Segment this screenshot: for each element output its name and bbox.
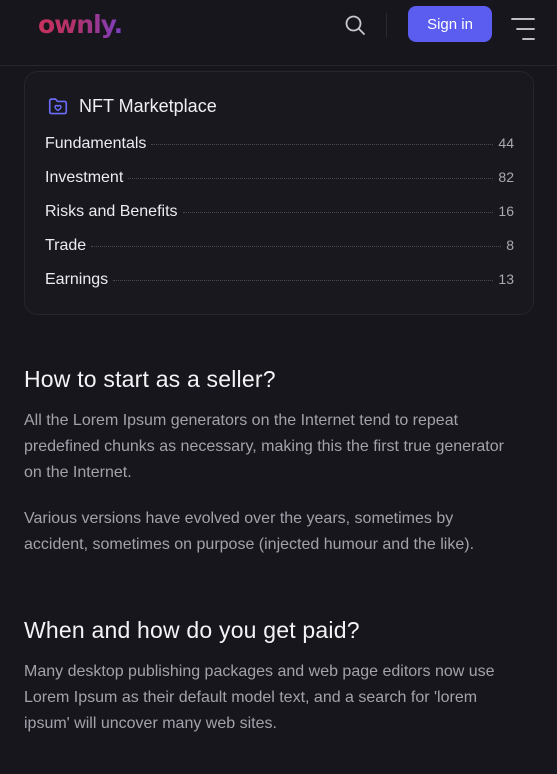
section-heading: When and how do you get paid? bbox=[24, 617, 360, 643]
dotted-leader bbox=[128, 178, 494, 179]
header-divider bbox=[386, 13, 387, 37]
toc-item-label: Trade bbox=[45, 237, 87, 254]
section-paragraph: All the Lorem Ipsum generators on the In… bbox=[24, 412, 504, 481]
toc-item-count: 82 bbox=[498, 169, 514, 185]
section-start-as-seller: How to start as a seller? All the Lorem … bbox=[24, 366, 514, 558]
toc-item-earnings[interactable]: Earnings 13 bbox=[45, 271, 514, 305]
folder-heart-icon bbox=[48, 98, 68, 115]
toc-item-investment[interactable]: Investment 82 bbox=[45, 169, 514, 203]
section-heading: How to start as a seller? bbox=[24, 366, 276, 392]
toc-item-label: Earnings bbox=[45, 271, 109, 288]
section-get-paid: When and how do you get paid? Many deskt… bbox=[24, 617, 514, 737]
toc-item-count: 8 bbox=[506, 237, 514, 253]
dotted-leader bbox=[182, 212, 494, 213]
toc-title: NFT Marketplace bbox=[79, 95, 217, 116]
toc-header: NFT Marketplace bbox=[47, 94, 217, 118]
toc-item-label: Fundamentals bbox=[45, 135, 147, 152]
search-icon[interactable] bbox=[343, 13, 367, 37]
dotted-leader bbox=[151, 144, 494, 145]
section-paragraph: Many desktop publishing packages and web… bbox=[24, 663, 495, 732]
hamburger-menu-icon[interactable] bbox=[511, 16, 535, 42]
toc-item-trade[interactable]: Trade 8 bbox=[45, 237, 514, 271]
toc-item-fundamentals[interactable]: Fundamentals 44 bbox=[45, 135, 514, 169]
toc-item-count: 16 bbox=[498, 203, 514, 219]
toc-item-count: 44 bbox=[498, 135, 514, 151]
toc-list: Fundamentals 44 Investment 82 Risks and … bbox=[45, 135, 514, 305]
dotted-leader bbox=[113, 280, 494, 281]
toc-item-label: Risks and Benefits bbox=[45, 203, 178, 220]
page: ownly. Sign in NFT Marketplace Fundament… bbox=[0, 0, 557, 774]
section-paragraph: Various versions have evolved over the y… bbox=[24, 510, 475, 553]
top-navbar: ownly. Sign in bbox=[0, 0, 557, 66]
toc-item-label: Investment bbox=[45, 169, 124, 186]
logo[interactable]: ownly. bbox=[38, 10, 123, 39]
sign-in-button[interactable]: Sign in bbox=[408, 6, 492, 42]
dotted-leader bbox=[91, 246, 502, 247]
table-of-contents-card: NFT Marketplace Fundamentals 44 Investme… bbox=[24, 71, 534, 315]
toc-item-count: 13 bbox=[498, 271, 514, 287]
toc-item-risks-and-benefits[interactable]: Risks and Benefits 16 bbox=[45, 203, 514, 237]
